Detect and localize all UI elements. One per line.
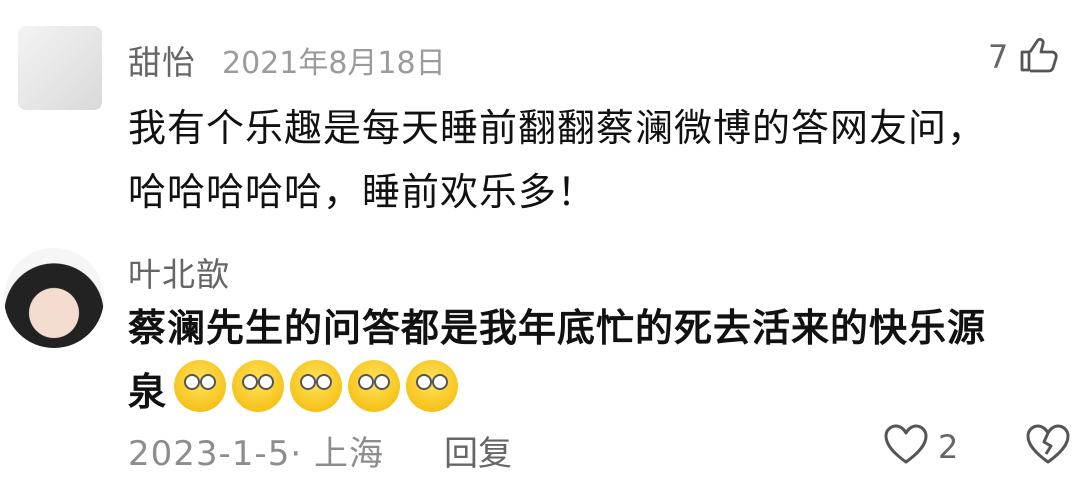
laugh-cry-emoji-icon [406, 360, 458, 412]
comment-date: 2021年8月18日 [222, 46, 446, 81]
comment-text-line: 蔡澜先生的问答都是我年底忙的死去活来的快乐源 [128, 306, 987, 350]
avatar[interactable] [18, 26, 102, 110]
laugh-cry-emoji-icon [232, 360, 284, 412]
comment-text-line: 我有个乐趣是每天睡前翻翻蔡澜微博的答网友问， [128, 106, 987, 150]
like-count: 2 [938, 428, 959, 466]
avatar[interactable] [4, 248, 104, 348]
laugh-cry-emoji-icon [290, 360, 342, 412]
username[interactable]: 甜怡 [128, 36, 196, 84]
reply-button[interactable]: 回复 [444, 426, 512, 475]
comment-text-line: 哈哈哈哈哈，睡前欢乐多！ [128, 170, 597, 214]
thumb-up-icon[interactable] [1018, 36, 1060, 74]
comment-meta: 2023-1-5· 上海 [128, 434, 384, 474]
broken-heart-icon[interactable] [1024, 422, 1072, 466]
username[interactable]: 叶北歆 [128, 248, 230, 296]
like-count: 7 [988, 38, 1009, 76]
comment-text: 我有个乐趣是每天睡前翻翻蔡澜微博的答网友问， 哈哈哈哈哈，睡前欢乐多！ [128, 96, 1058, 224]
heart-icon[interactable] [882, 422, 930, 466]
laugh-cry-emoji-icon [348, 360, 400, 412]
laugh-cry-emoji-icon [174, 360, 226, 412]
emoji-row [174, 360, 458, 412]
